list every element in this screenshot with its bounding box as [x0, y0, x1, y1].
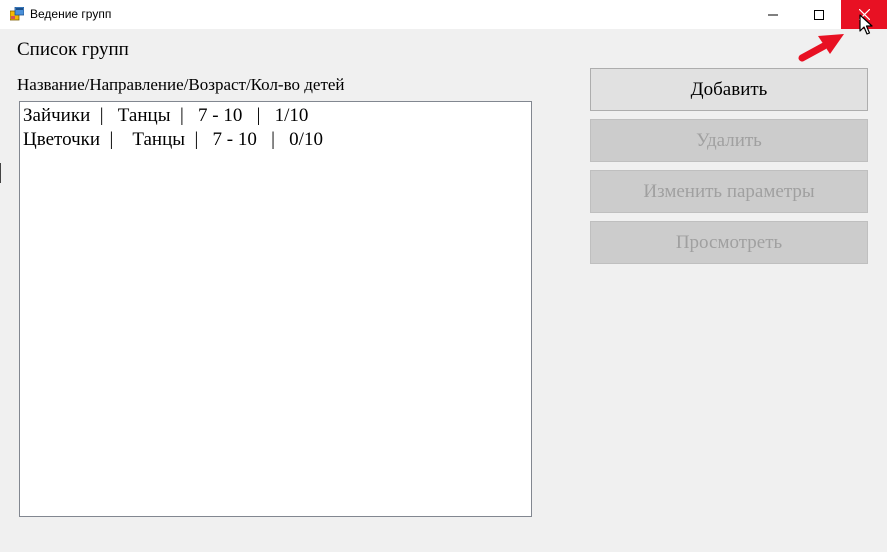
list-item[interactable]: Зайчики | Танцы | 7 - 10 | 1/10: [23, 104, 528, 128]
minimize-button[interactable]: [750, 0, 796, 29]
list-item[interactable]: Цветочки | Танцы | 7 - 10 | 0/10: [23, 128, 528, 152]
app-window: Ведение групп Список групп Название/Напр…: [0, 0, 887, 552]
app-icon: [10, 7, 24, 21]
add-button[interactable]: Добавить: [590, 68, 868, 111]
maximize-button[interactable]: [796, 0, 842, 29]
page-title: Список групп: [17, 39, 129, 60]
window-title: Ведение групп: [30, 7, 112, 21]
window-edge-mark: [0, 163, 1, 183]
edit-parameters-button[interactable]: Изменить параметры: [590, 170, 868, 213]
minimize-icon: [768, 14, 778, 15]
list-column-header: Название/Направление/Возраст/Кол-во дете…: [17, 75, 345, 94]
maximize-icon: [814, 9, 824, 20]
delete-button[interactable]: Удалить: [590, 119, 868, 162]
groups-listbox[interactable]: Зайчики | Танцы | 7 - 10 | 1/10 Цветочки…: [19, 101, 532, 517]
view-button[interactable]: Просмотреть: [590, 221, 868, 264]
title-bar[interactable]: Ведение групп: [0, 0, 887, 29]
annotation-arrow-icon: [798, 34, 844, 62]
mouse-cursor-icon: [859, 14, 873, 35]
